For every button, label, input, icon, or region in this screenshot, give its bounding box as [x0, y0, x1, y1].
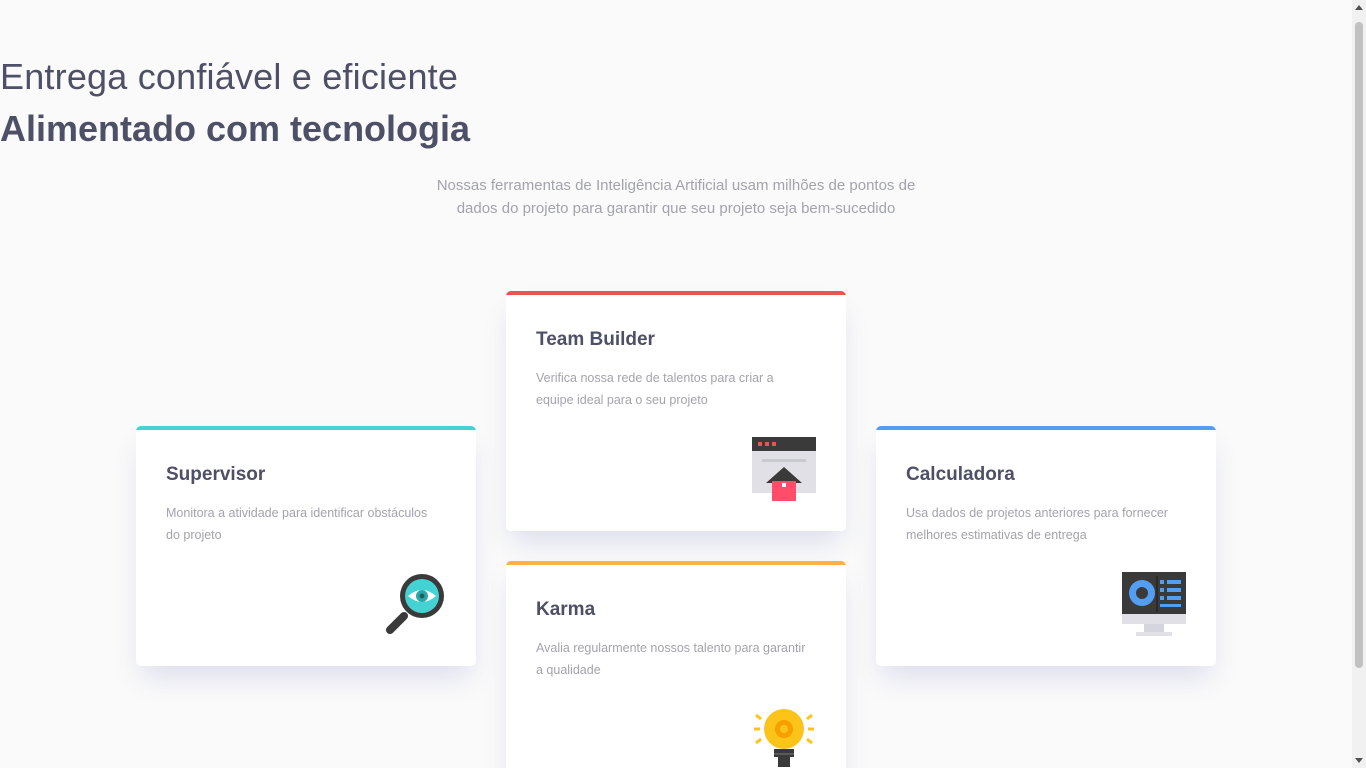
hero-title-light: Entrega confiável e eficiente: [0, 56, 459, 97]
card-team-builder: Team Builder Verifica nossa rede de tale…: [506, 291, 846, 531]
page: Entrega confiável e eficiente Alimentado…: [0, 0, 1366, 768]
scrollbar-thumb[interactable]: [1355, 22, 1363, 668]
scroll-down-arrow-icon[interactable]: [1355, 758, 1363, 763]
team-builder-window-icon: [752, 437, 816, 501]
card-description: Avalia regularmente nossos talento para …: [536, 641, 806, 677]
card-description: Usa dados de projetos anteriores para fo…: [906, 506, 1168, 542]
card-description: Verifica nossa rede de talentos para cri…: [536, 371, 774, 407]
card-accent-bar: [506, 561, 846, 565]
hero-subtitle: Nossas ferramentas de Inteligência Artif…: [436, 177, 916, 217]
lightbulb-icon: [752, 707, 816, 768]
monitor-dashboard-icon: [1122, 572, 1186, 636]
card-supervisor: Supervisor Monitora a atividade para ide…: [136, 426, 476, 666]
magnifier-eye-icon: [382, 572, 446, 636]
card-title: Karma: [536, 599, 596, 620]
card-accent-bar: [506, 291, 846, 295]
card-title: Calculadora: [906, 464, 1015, 485]
card-description: Monitora a atividade para identificar ob…: [166, 506, 428, 542]
card-karma: Karma Avalia regularmente nossos talento…: [506, 561, 846, 768]
card-accent-bar: [876, 426, 1216, 430]
card-accent-bar: [136, 426, 476, 430]
vertical-scrollbar[interactable]: [1352, 0, 1366, 768]
card-calculadora: Calculadora Usa dados de projetos anteri…: [876, 426, 1216, 666]
card-title: Team Builder: [536, 329, 655, 350]
hero-title-bold: Alimentado com tecnologia: [0, 108, 471, 149]
scroll-up-arrow-icon[interactable]: [1355, 5, 1363, 10]
card-title: Supervisor: [166, 464, 266, 485]
